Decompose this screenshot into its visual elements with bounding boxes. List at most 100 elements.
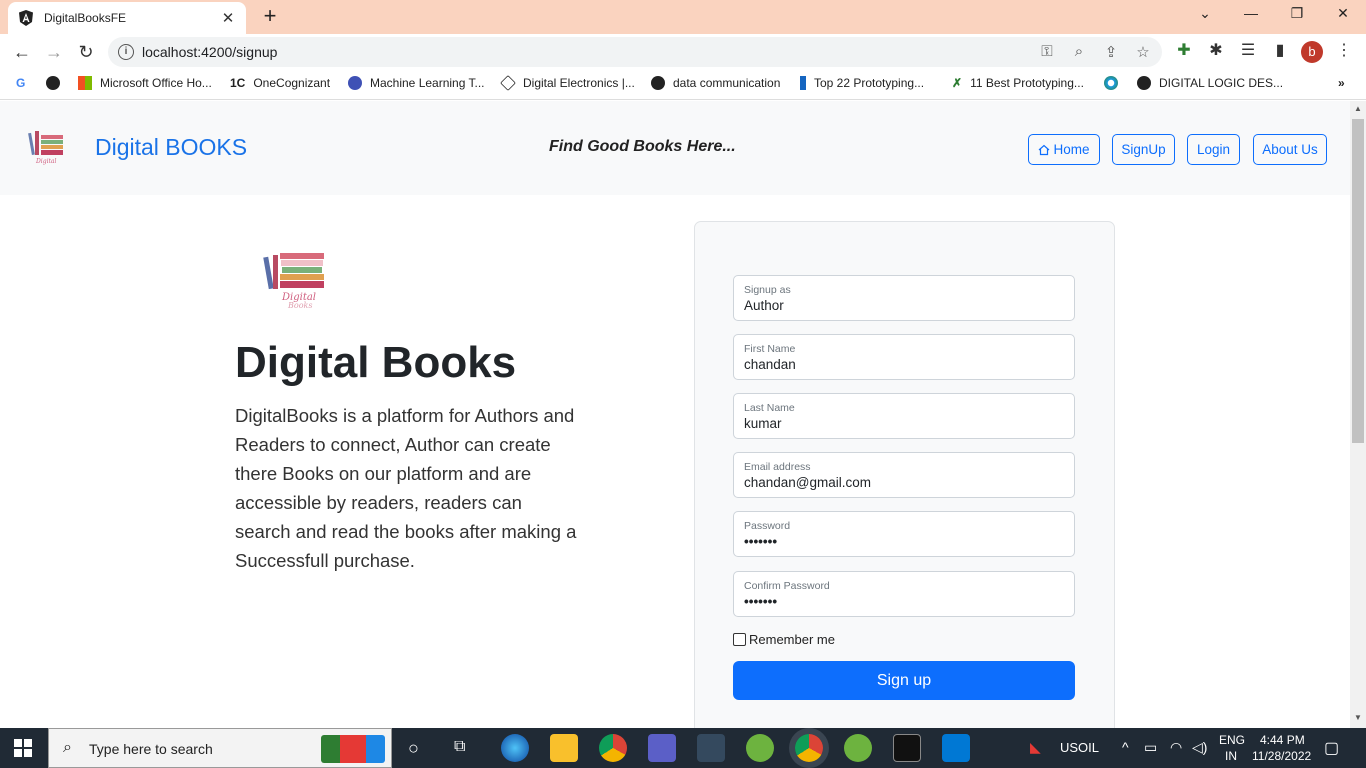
remember-me-label: Remember me bbox=[749, 632, 835, 647]
bookmark-item[interactable]: ✗ 11 Best Prototyping... bbox=[952, 76, 1084, 90]
globe-icon bbox=[1137, 76, 1151, 90]
restore-icon[interactable]: ❐ bbox=[1286, 5, 1308, 22]
books-logo-icon: Digital Books bbox=[263, 253, 324, 310]
extension-plus-icon[interactable]: ✚ bbox=[1174, 40, 1194, 60]
svg-text:Digital: Digital bbox=[35, 158, 56, 165]
share-icon[interactable]: ⇪ bbox=[1102, 43, 1120, 61]
volume-icon[interactable]: ◁) bbox=[1192, 739, 1207, 756]
bookmark-item[interactable]: 1C OneCognizant bbox=[230, 76, 330, 90]
signup-button[interactable]: Sign up bbox=[733, 661, 1075, 700]
nav-home-button[interactable]: Home bbox=[1028, 134, 1100, 165]
remember-me-checkbox[interactable] bbox=[733, 633, 746, 646]
first-name-field[interactable]: First Name chandan bbox=[733, 334, 1075, 380]
microsoft-icon bbox=[78, 76, 92, 90]
clock-date[interactable]: 11/28/2022 bbox=[1252, 749, 1311, 763]
task-view-icon[interactable]: ⧉ bbox=[454, 738, 465, 756]
search-icon: ⌕ bbox=[63, 739, 72, 756]
bookmark-item[interactable]: Top 22 Prototyping... bbox=[800, 76, 924, 90]
globe-icon[interactable] bbox=[46, 76, 68, 90]
edge-like-icon[interactable] bbox=[1104, 76, 1126, 90]
angular-icon bbox=[19, 10, 33, 26]
taskbar-search-input[interactable]: ⌕ Type here to search bbox=[48, 728, 392, 768]
password-field[interactable]: Password ••••••• bbox=[733, 511, 1075, 557]
bookmark-item[interactable]: Machine Learning T... bbox=[348, 76, 485, 90]
teams-icon[interactable] bbox=[648, 734, 676, 762]
more-bookmarks-icon[interactable]: » bbox=[1338, 76, 1345, 90]
browser-tab[interactable]: DigitalBooksFE ✕ bbox=[8, 2, 246, 34]
hero-title: Digital Books bbox=[235, 338, 517, 387]
battery-icon[interactable]: ▭ bbox=[1144, 739, 1157, 756]
bookmark-item[interactable]: Digital Electronics |... bbox=[500, 75, 635, 91]
wifi-icon[interactable]: ◠ bbox=[1170, 739, 1182, 756]
vscode-icon[interactable] bbox=[942, 734, 970, 762]
scroll-thumb[interactable] bbox=[1352, 119, 1364, 443]
new-tab-icon[interactable]: + bbox=[258, 3, 282, 29]
ml-icon bbox=[348, 76, 362, 90]
file-explorer-icon[interactable] bbox=[550, 734, 578, 762]
gift-icon bbox=[321, 735, 385, 763]
language-top[interactable]: ENG bbox=[1219, 733, 1245, 747]
bookmarks-bar: G Microsoft Office Ho... 1C OneCognizant … bbox=[0, 70, 1366, 100]
close-window-icon[interactable]: ✕ bbox=[1332, 5, 1354, 22]
windows-taskbar: ⌕ Type here to search ○ ⧉ ◣ USOIL ^ ▭ ◠ … bbox=[0, 728, 1366, 768]
scroll-up-icon[interactable]: ▲ bbox=[1354, 104, 1362, 113]
language-bottom[interactable]: IN bbox=[1225, 749, 1237, 763]
scroll-down-icon[interactable]: ▼ bbox=[1354, 713, 1362, 722]
tray-chevron-icon[interactable]: ^ bbox=[1122, 739, 1129, 755]
profile-avatar[interactable]: b bbox=[1301, 41, 1323, 63]
bookmark-item[interactable]: DIGITAL LOGIC DES... bbox=[1137, 76, 1283, 90]
brand-link[interactable]: Digital BOOKS bbox=[95, 134, 247, 161]
notification-icon[interactable]: ▢ bbox=[1324, 738, 1339, 758]
tab-search-chevron-icon[interactable]: ⌄ bbox=[1194, 5, 1216, 22]
spring-icon[interactable] bbox=[844, 734, 872, 762]
windows-start-icon[interactable] bbox=[14, 739, 32, 757]
home-icon bbox=[1039, 144, 1050, 155]
web-page: Digital Digital BOOKS Find Good Books He… bbox=[0, 101, 1350, 728]
oil-chart-icon: ◣ bbox=[1030, 739, 1041, 755]
zoom-icon[interactable]: ⌕ bbox=[1070, 43, 1088, 60]
site-header: Digital Digital BOOKS Find Good Books He… bbox=[0, 101, 1350, 195]
hero-description: DigitalBooks is a platform for Authors a… bbox=[235, 405, 577, 571]
browser-menu-icon[interactable]: ⋮ bbox=[1334, 40, 1354, 60]
forward-icon[interactable]: → bbox=[42, 40, 66, 64]
key-icon[interactable]: ⚿ bbox=[1038, 43, 1056, 60]
weather-text[interactable]: USOIL bbox=[1060, 740, 1099, 755]
bookmark-item[interactable]: Microsoft Office Ho... bbox=[78, 76, 212, 90]
confirm-password-field[interactable]: Confirm Password ••••••• bbox=[733, 571, 1075, 617]
signup-form: Signup as Author First Name chandan Last… bbox=[694, 221, 1115, 728]
browser-tab-strip: DigitalBooksFE ✕ + ⌄ — ❐ ✕ bbox=[0, 0, 1366, 34]
chrome-active-icon[interactable] bbox=[795, 734, 823, 762]
cortana-icon[interactable]: ○ bbox=[408, 738, 419, 759]
extensions-puzzle-icon[interactable]: ✱ bbox=[1206, 40, 1226, 60]
svg-text:Books: Books bbox=[287, 301, 312, 310]
browser-toolbar: ← → ↻ i localhost:4200/signup ⚿ ⌕ ⇪ ☆ bbox=[0, 34, 1366, 70]
nav-signup-button[interactable]: SignUp bbox=[1112, 134, 1175, 165]
side-panel-icon[interactable]: ▮ bbox=[1270, 40, 1290, 60]
reload-icon[interactable]: ↻ bbox=[74, 40, 98, 64]
google-icon[interactable]: G bbox=[16, 76, 25, 90]
site-info-icon[interactable]: i bbox=[118, 44, 134, 60]
address-bar[interactable]: i localhost:4200/signup ⚿ ⌕ ⇪ ☆ bbox=[108, 37, 1162, 67]
signup-as-select[interactable]: Signup as Author bbox=[733, 275, 1075, 321]
clock-time[interactable]: 4:44 PM bbox=[1260, 733, 1305, 747]
edge-icon[interactable] bbox=[501, 734, 529, 762]
bookmark-item[interactable]: data communication bbox=[651, 76, 780, 90]
remember-me[interactable]: Remember me bbox=[733, 632, 835, 647]
tagline: Find Good Books Here... bbox=[549, 138, 736, 155]
site-icon bbox=[800, 76, 806, 90]
back-icon[interactable]: ← bbox=[10, 40, 34, 64]
minimize-icon[interactable]: — bbox=[1240, 5, 1262, 21]
last-name-field[interactable]: Last Name kumar bbox=[733, 393, 1075, 439]
terminal-icon[interactable] bbox=[893, 734, 921, 762]
nav-login-button[interactable]: Login bbox=[1187, 134, 1240, 165]
chrome-icon[interactable] bbox=[599, 734, 627, 762]
bookmark-star-icon[interactable]: ☆ bbox=[1134, 43, 1152, 61]
media-queue-icon[interactable]: ☰ bbox=[1238, 40, 1258, 60]
app-icon[interactable] bbox=[697, 734, 725, 762]
spring-icon[interactable] bbox=[746, 734, 774, 762]
page-scrollbar[interactable]: ▲ ▼ bbox=[1350, 101, 1366, 728]
nav-about-button[interactable]: About Us bbox=[1253, 134, 1327, 165]
email-field[interactable]: Email address chandan@gmail.com bbox=[733, 452, 1075, 498]
diamond-icon bbox=[500, 75, 516, 91]
close-tab-icon[interactable]: ✕ bbox=[220, 9, 236, 27]
